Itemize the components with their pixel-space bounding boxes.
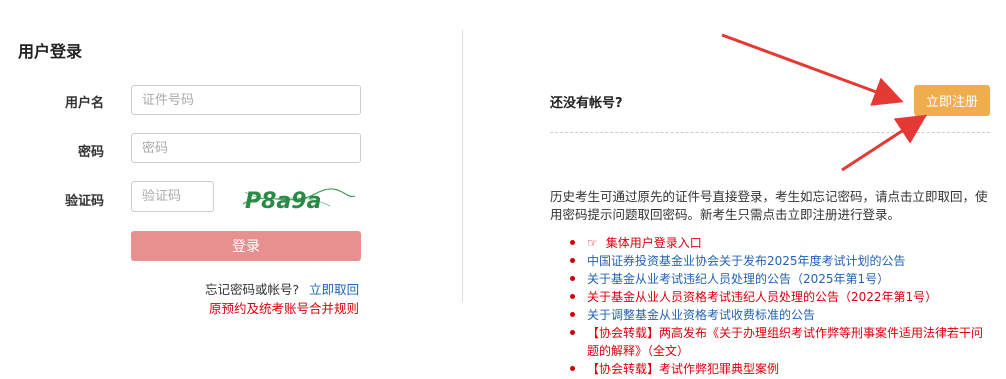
pointing-hand-icon: ☞ bbox=[587, 236, 598, 250]
list-item: 【协会转载】两高发布《关于办理组织考试作弊等刑事案件适用法律若干问题的解释》（全… bbox=[570, 324, 986, 360]
retrieve-link[interactable]: 立即取回 bbox=[309, 282, 359, 297]
list-item: 【协会转载】考试作弊犯罪典型案例 bbox=[570, 360, 986, 378]
username-input[interactable] bbox=[131, 85, 361, 115]
username-label: 用户名 bbox=[64, 96, 104, 111]
captcha-label: 验证码 bbox=[64, 194, 104, 209]
news-link[interactable]: 【协会转载】考试作弊犯罪典型案例 bbox=[587, 362, 779, 376]
arrow-icon bbox=[721, 33, 904, 106]
forgot-row: 忘记密码或帐号? 立即取回 bbox=[205, 279, 359, 298]
news-link[interactable]: 【协会转载】两高发布《关于办理组织考试作弊等刑事案件适用法律若干问题的解释》（全… bbox=[587, 326, 983, 358]
register-prompt: 还没有帐号? bbox=[550, 96, 623, 111]
dashed-divider bbox=[550, 132, 990, 133]
login-button[interactable]: 登录 bbox=[131, 231, 361, 261]
login-title: 用户登录 bbox=[18, 42, 83, 61]
arrow-icon bbox=[841, 114, 928, 172]
news-link[interactable]: 关于基金从业人员资格考试违纪人员处理的公告（2022年第1号） bbox=[587, 290, 937, 304]
news-link[interactable]: 关于调整基金从业资格考试收费标准的公告 bbox=[587, 308, 815, 322]
vertical-divider bbox=[462, 30, 463, 302]
register-button[interactable]: 立即注册 bbox=[914, 85, 990, 116]
captcha-image[interactable]: P8a9a bbox=[235, 178, 360, 218]
list-item: ☞ 集体用户登录入口 bbox=[570, 234, 986, 252]
password-input[interactable] bbox=[131, 133, 361, 163]
news-link[interactable]: 集体用户登录入口 bbox=[606, 236, 702, 250]
news-list: ☞ 集体用户登录入口 中国证券投资基金业协会关于发布2025年度考试计划的公告 关… bbox=[570, 234, 986, 378]
merge-rules-link[interactable]: 原预约及统考账号合并规则 bbox=[209, 298, 359, 317]
list-item: 关于调整基金从业资格考试收费标准的公告 bbox=[570, 306, 986, 324]
captcha-input[interactable] bbox=[131, 181, 214, 212]
list-item: 关于基金从业考试违纪人员处理的公告（2025年第1号） bbox=[570, 270, 986, 288]
captcha-text: P8a9a bbox=[245, 189, 321, 214]
news-link[interactable]: 关于基金从业考试违纪人员处理的公告（2025年第1号） bbox=[587, 272, 889, 286]
list-item: 中国证券投资基金业协会关于发布2025年度考试计划的公告 bbox=[570, 252, 986, 270]
list-item: 关于基金从业人员资格考试违纪人员处理的公告（2022年第1号） bbox=[570, 288, 986, 306]
register-description: 历史考生可通过原先的证件号直接登录，考生如忘记密码，请点击立即取回，使用密码提示… bbox=[550, 189, 988, 222]
news-link[interactable]: 中国证券投资基金业协会关于发布2025年度考试计划的公告 bbox=[587, 254, 906, 268]
forgot-text: 忘记密码或帐号? bbox=[205, 282, 300, 297]
password-label: 密码 bbox=[77, 145, 104, 160]
